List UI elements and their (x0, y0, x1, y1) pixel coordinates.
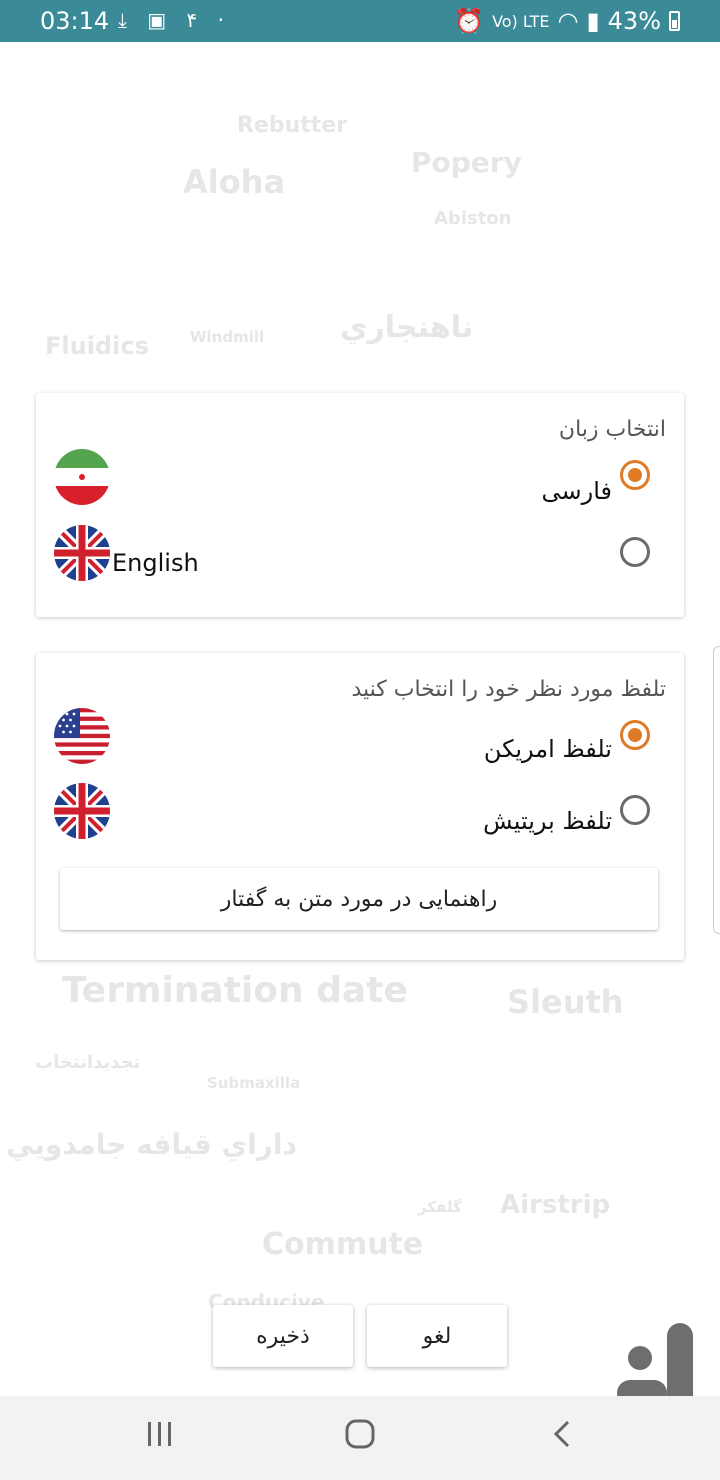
image-icon: ▣ (147, 8, 167, 32)
radio-british[interactable] (620, 795, 650, 825)
bg-word: ناهنجاري (340, 310, 474, 345)
bg-word: Aloha (183, 163, 286, 201)
back-chevron-icon (553, 1420, 570, 1448)
bg-word: داراي قيافه جامدويي (6, 1128, 297, 1161)
home-icon (345, 1419, 375, 1449)
language-card: انتخاب زبان فارسی English (36, 393, 684, 617)
recent-apps-icon (148, 1422, 171, 1446)
bg-word: Rebutter (237, 113, 348, 138)
accent-card-title: تلفظ مورد نظر خود را انتخاب کنید (351, 677, 666, 702)
bg-word: Termination date (62, 970, 408, 1011)
option-label-british[interactable]: تلفظ بریتیش (483, 807, 612, 835)
us-flag-icon (54, 708, 110, 764)
status-right-icons: ⏰ Vo) LTE ◠ ▮ 43% (454, 7, 680, 35)
option-label-american[interactable]: تلفظ امریکن (484, 735, 612, 763)
navigation-bar (0, 1396, 720, 1480)
home-button[interactable] (344, 1418, 376, 1454)
option-label-english[interactable]: English (112, 549, 199, 577)
uk-flag-icon (54, 525, 110, 581)
side-panel-edge (713, 646, 720, 934)
bg-word: گلفكر (418, 1198, 462, 1216)
recent-apps-button[interactable] (146, 1418, 174, 1454)
bg-word: Popery (411, 146, 522, 179)
status-time: 03:14 (40, 7, 110, 35)
uk-flag-icon (54, 783, 110, 839)
radio-farsi[interactable] (620, 460, 650, 490)
option-label-farsi[interactable]: فارسی (542, 477, 613, 505)
network-type: Vo) LTE (492, 11, 550, 31)
bg-word: تجديدانتخاب (35, 1052, 141, 1073)
tts-guide-button[interactable]: راهنمایی در مورد متن به گفتار (60, 868, 658, 930)
status-bar: 03:14 ⤓ ▣ ۴ · ⏰ Vo) LTE ◠ ▮ 43% (0, 0, 720, 42)
status-left-icons: ⤓ ▣ ۴ · (118, 8, 238, 32)
bg-word: Commute (262, 1227, 424, 1262)
battery-icon (669, 11, 680, 31)
save-button[interactable]: ذخیره (213, 1305, 353, 1367)
bg-word: Fluidics (45, 332, 149, 360)
cancel-button[interactable]: لغو (367, 1305, 507, 1367)
accent-card: تلفظ مورد نظر خود را انتخاب کنید تلفظ ام… (36, 653, 684, 960)
radio-american[interactable] (620, 720, 650, 750)
iran-flag-icon (54, 449, 110, 505)
bg-word: Airstrip (500, 1190, 611, 1220)
bg-word: Windmill (190, 328, 265, 346)
dot-icon: · (217, 8, 224, 32)
bg-word: Submaxilla (207, 1074, 301, 1092)
radio-english[interactable] (620, 537, 650, 567)
bg-word: Sleuth (507, 983, 624, 1021)
status-extra: ۴ (186, 8, 198, 32)
signal-icon: ▮ (586, 7, 600, 35)
language-card-title: انتخاب زبان (558, 417, 666, 442)
bg-word: Abiston (434, 208, 512, 229)
back-button[interactable] (550, 1418, 574, 1454)
wifi-icon: ◠ (557, 7, 579, 35)
battery-level: 43% (607, 7, 661, 35)
alarm-icon: ⏰ (454, 7, 485, 35)
download-icon: ⤓ (118, 8, 127, 32)
